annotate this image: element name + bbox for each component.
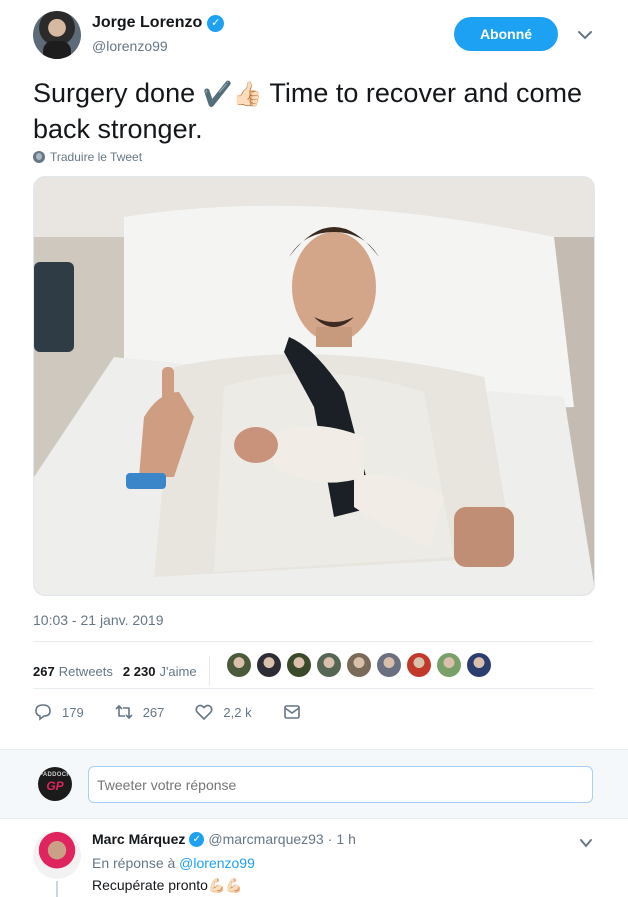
reply-button[interactable]: 179 — [33, 702, 84, 722]
likes-label: J'aime — [159, 663, 197, 679]
avatar-top-text: PADDOCK — [39, 772, 71, 778]
likes-stat[interactable]: 2 230 J'aime — [123, 664, 197, 679]
like-count: 2,2 k — [223, 704, 252, 720]
reply-context-mention[interactable]: @lorenzo99 — [179, 855, 255, 871]
reply-composer: PADDOCK GP — [0, 749, 628, 819]
check-mark-emoji: ✔️ — [202, 81, 233, 108]
reply-count: 179 — [62, 704, 84, 720]
retweets-count: 267 — [33, 663, 55, 679]
verified-badge-icon: ✓ — [189, 831, 205, 847]
retweet-button[interactable]: 267 — [114, 702, 165, 722]
flexed-biceps-emoji: 💪🏻💪🏻 — [207, 877, 243, 893]
envelope-icon — [283, 705, 300, 719]
divider — [33, 688, 593, 689]
reply-author-handle[interactable]: @marcmarquez93 — [208, 831, 323, 847]
tweet-timestamp[interactable]: 10:03 - 21 janv. 2019 — [33, 612, 164, 628]
reply-header: Marc Márquez ✓ @marcmarquez93 · 1 h — [92, 831, 356, 847]
liker-avatar[interactable] — [437, 653, 461, 677]
author-name-row[interactable]: Jorge Lorenzo ✓ — [92, 14, 225, 32]
retweets-stat[interactable]: 267 Retweets — [33, 664, 113, 679]
current-user-avatar[interactable]: PADDOCK GP — [38, 767, 72, 801]
author-avatar[interactable] — [33, 11, 81, 59]
tweet-text-part1: Surgery done — [33, 78, 203, 108]
divider — [33, 641, 593, 642]
reply-context-prefix: En réponse à — [92, 855, 180, 871]
reply-input[interactable] — [88, 766, 593, 803]
verified-badge-icon: ✓ — [207, 14, 225, 32]
thumbs-up-emoji: 👍🏻 — [232, 81, 263, 108]
separator-dot: · — [327, 831, 333, 847]
tweet-stats: 267 Retweets 2 230 J'aime — [33, 656, 222, 686]
reply-author-name[interactable]: Marc Márquez — [92, 831, 185, 847]
reply-tweet[interactable]: Marc Márquez ✓ @marcmarquez93 · 1 h En r… — [0, 819, 628, 897]
liker-avatar[interactable] — [467, 653, 491, 677]
stats-separator — [208, 656, 210, 686]
likers-avatars — [227, 653, 491, 677]
retweet-count: 267 — [142, 704, 165, 720]
reply-time[interactable]: 1 h — [336, 831, 355, 847]
chevron-down-icon[interactable] — [576, 26, 594, 44]
liker-avatar[interactable] — [347, 653, 371, 677]
likes-count: 2 230 — [122, 663, 156, 679]
thread-line — [56, 881, 58, 897]
direct-message-button[interactable] — [282, 702, 302, 722]
chevron-down-icon[interactable] — [578, 835, 594, 851]
retweet-icon — [115, 705, 133, 719]
liker-avatar[interactable] — [257, 653, 281, 677]
avatar-main-text: GP — [46, 779, 64, 793]
author-display-name[interactable]: Jorge Lorenzo — [92, 14, 202, 32]
reply-author-avatar[interactable] — [33, 831, 81, 879]
tweet-text: Surgery done ✔️👍🏻 Time to recover and co… — [33, 76, 593, 146]
tweet-photo[interactable] — [33, 176, 595, 596]
tweet-actions: 179 267 2,2 k — [33, 702, 332, 722]
liker-avatar[interactable] — [317, 653, 341, 677]
retweets-label: Retweets — [58, 663, 113, 679]
liker-avatar[interactable] — [377, 653, 401, 677]
translate-tweet-link[interactable]: Traduire le Tweet — [33, 150, 142, 164]
heart-icon — [195, 704, 213, 721]
hospital-bed-photo — [34, 177, 594, 595]
following-button[interactable]: Abonné — [454, 17, 558, 51]
liker-avatar[interactable] — [407, 653, 431, 677]
globe-icon — [33, 151, 45, 163]
translate-label: Traduire le Tweet — [50, 150, 143, 164]
reply-context: En réponse à @lorenzo99 — [92, 855, 255, 871]
liker-avatar[interactable] — [287, 653, 311, 677]
reply-text-body: Recupérate pronto — [92, 877, 208, 893]
liker-avatar[interactable] — [227, 653, 251, 677]
like-button[interactable]: 2,2 k — [194, 702, 252, 722]
reply-text: Recupérate pronto💪🏻💪🏻 — [92, 877, 243, 894]
reply-icon — [35, 704, 51, 721]
author-handle[interactable]: @lorenzo99 — [92, 38, 168, 54]
